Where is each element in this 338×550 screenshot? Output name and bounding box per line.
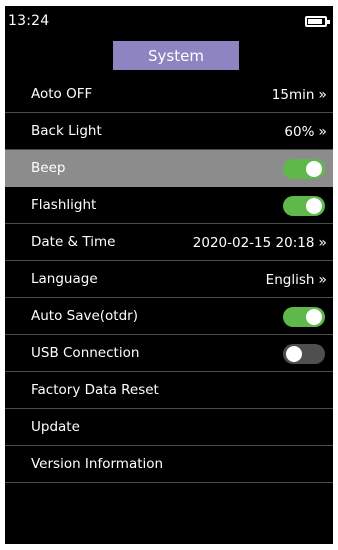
setting-value-text: 15min [271, 86, 315, 103]
chevron-right-icon: » [318, 123, 327, 140]
setting-label: Version Information [31, 456, 164, 472]
setting-row-back-light[interactable]: Back Light 60%» [5, 113, 333, 150]
setting-label: Flashlight [31, 197, 97, 213]
battery-icon [305, 16, 330, 27]
battery-level [308, 19, 322, 24]
chevron-right-icon: » [318, 271, 327, 288]
setting-value-text: English [265, 271, 315, 288]
setting-value: 15min» [272, 76, 327, 113]
toggle-knob [306, 161, 322, 177]
clock: 13:24 [8, 13, 50, 29]
toggle-knob [286, 346, 302, 362]
setting-label: Update [31, 419, 80, 435]
page-title: System [113, 41, 239, 70]
toggle-switch-flashlight[interactable] [283, 196, 325, 216]
setting-row-date-time[interactable]: Date & Time 2020-02-15 20:18» [5, 224, 333, 261]
setting-row-usb-connection[interactable]: USB Connection [5, 335, 333, 372]
toggle-switch-auto-save-otdr[interactable] [283, 307, 325, 327]
setting-row-aoto-off[interactable]: Aoto OFF 15min» [5, 76, 333, 113]
chevron-right-icon: » [318, 86, 327, 103]
setting-row-update[interactable]: Update [5, 409, 333, 446]
setting-label: Aoto OFF [31, 86, 93, 102]
setting-value: English» [266, 261, 327, 298]
setting-row-beep[interactable]: Beep [5, 150, 333, 187]
setting-value: 60%» [284, 113, 327, 150]
chevron-right-icon: » [318, 234, 327, 251]
setting-label: Date & Time [31, 234, 116, 250]
setting-row-factory-data-reset[interactable]: Factory Data Reset [5, 372, 333, 409]
toggle-knob [306, 198, 322, 214]
setting-value: 2020-02-15 20:18» [193, 224, 327, 261]
battery-tip [327, 20, 330, 24]
setting-value-text: 60% [284, 123, 315, 140]
toggle-switch-usb-connection[interactable] [283, 344, 325, 364]
setting-row-version-information[interactable]: Version Information [5, 446, 333, 483]
setting-value-text: 2020-02-15 20:18 [192, 234, 315, 251]
device-screen: 13:24 System Aoto OFF 15min» Back Light 60%… [5, 6, 333, 544]
setting-row-language[interactable]: Language English» [5, 261, 333, 298]
setting-label: Back Light [31, 123, 102, 139]
setting-label: Language [31, 271, 98, 287]
setting-label: Auto Save(otdr) [31, 308, 138, 324]
setting-label: Factory Data Reset [31, 382, 159, 398]
settings-list: Aoto OFF 15min» Back Light 60%» Beep Flashlig… [5, 76, 333, 483]
toggle-switch-beep[interactable] [283, 159, 325, 179]
setting-label: USB Connection [31, 345, 140, 361]
setting-label: Beep [31, 160, 66, 176]
status-bar: 13:24 [5, 6, 333, 36]
setting-row-auto-save-otdr[interactable]: Auto Save(otdr) [5, 298, 333, 335]
setting-row-flashlight[interactable]: Flashlight [5, 187, 333, 224]
toggle-knob [306, 309, 322, 325]
